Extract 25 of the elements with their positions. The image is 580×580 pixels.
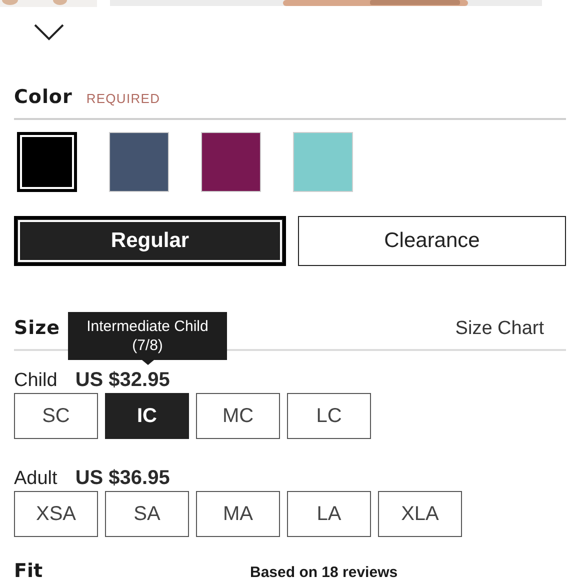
- tooltip-subtitle: (7/8): [132, 336, 163, 355]
- group-label: Adult: [14, 467, 58, 491]
- size-option[interactable]: SA: [105, 491, 189, 537]
- chevron-down-icon[interactable]: [34, 24, 64, 41]
- reviews-count: Based on 18 reviews: [250, 563, 398, 580]
- section-title: Size: [14, 316, 60, 340]
- price-type-button[interactable]: Regular: [14, 216, 286, 266]
- size-option[interactable]: SC: [14, 393, 98, 439]
- size-option[interactable]: MC: [196, 393, 280, 439]
- required-label: REQUIRED: [86, 90, 160, 108]
- price-text: US $32.95: [75, 368, 170, 393]
- size-option[interactable]: XLA: [378, 491, 462, 537]
- size-option[interactable]: XSA: [14, 491, 98, 537]
- group-label: Child: [14, 369, 58, 393]
- price-type-button[interactable]: Clearance: [298, 216, 566, 266]
- size-option[interactable]: LC: [287, 393, 371, 439]
- size-option[interactable]: IC: [105, 393, 189, 439]
- size-option[interactable]: MA: [196, 491, 280, 537]
- price-text: US $36.95: [75, 466, 170, 491]
- size-option[interactable]: LA: [287, 491, 371, 537]
- tooltip-title: Intermediate Child: [86, 317, 208, 336]
- size-chart-link[interactable]: Size Chart: [455, 314, 544, 343]
- section-title: Color: [14, 85, 72, 110]
- color-swatch[interactable]: [17, 132, 77, 192]
- section-title: Fit: [14, 559, 44, 580]
